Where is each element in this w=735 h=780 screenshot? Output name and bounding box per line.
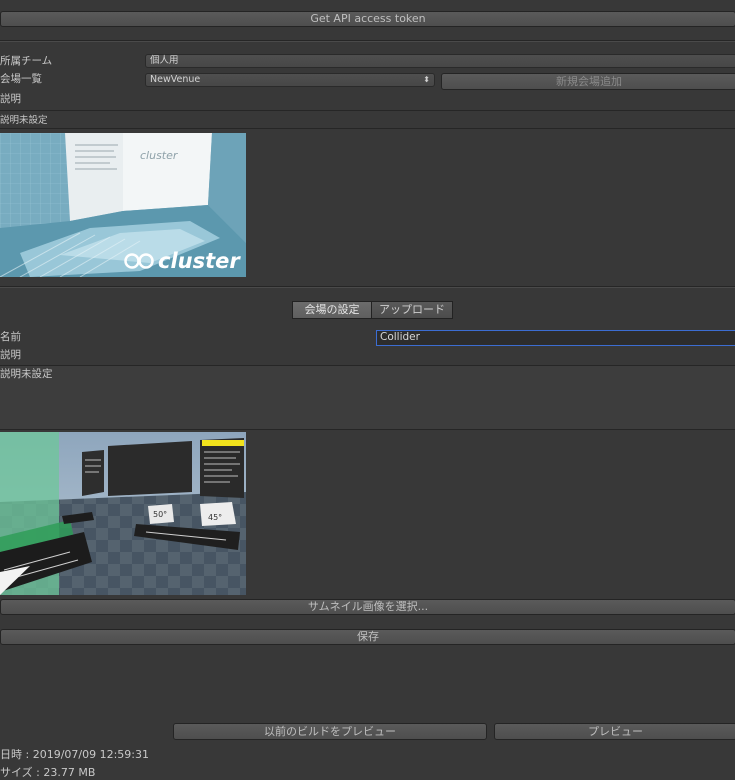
divider — [0, 429, 735, 430]
venue-thumbnail: cluster cluster — [0, 133, 246, 277]
world-thumbnail-art: 50° 45° — [0, 432, 246, 595]
world-thumbnail: 50° 45° — [0, 432, 246, 595]
add-venue-button[interactable]: 新規会場追加 — [441, 73, 735, 90]
tab-upload[interactable]: アップロード — [371, 301, 453, 319]
name-input[interactable]: Collider — [376, 330, 735, 346]
venue-selected-value: NewVenue — [150, 74, 201, 85]
description-label: 説明 — [0, 349, 21, 361]
divider — [0, 41, 735, 42]
divider — [0, 128, 735, 129]
venue-select[interactable]: NewVenue ⬍ — [145, 73, 435, 87]
name-input-value: Collider — [380, 331, 420, 343]
team-value: 個人用 — [150, 55, 179, 66]
name-label: 名前 — [0, 331, 21, 343]
dropdown-arrows-icon: ⬍ — [423, 75, 430, 84]
settings-tabs: 会場の設定 アップロード — [292, 301, 454, 319]
venue-description-label: 説明 — [0, 93, 21, 105]
team-label: 所属チーム — [0, 55, 53, 67]
divider — [0, 287, 735, 288]
angle-label-a: 50° — [153, 510, 167, 519]
venue-description-value: 説明未設定 — [0, 115, 48, 126]
build-date: 日時 : 2019/07/09 12:59:31 — [0, 748, 149, 761]
save-button[interactable]: 保存 — [0, 629, 735, 645]
cluster-logo-text: cluster — [158, 249, 241, 273]
description-textarea[interactable]: 説明未設定 — [0, 366, 735, 429]
description-value: 説明未設定 — [0, 368, 53, 380]
venue-list-label: 会場一覧 — [0, 73, 42, 85]
build-size: サイズ : 23.77 MB — [0, 766, 96, 779]
angle-label-b: 45° — [208, 513, 222, 522]
divider — [0, 110, 735, 111]
venue-thumbnail-art: cluster cluster — [0, 133, 246, 277]
preview-previous-build-button[interactable]: 以前のビルドをプレビュー — [173, 723, 487, 740]
get-api-token-button[interactable]: Get API access token — [0, 11, 735, 27]
screen-logo-text: cluster — [140, 149, 179, 162]
preview-button[interactable]: プレビュー — [494, 723, 735, 740]
team-select[interactable]: 個人用 — [145, 54, 735, 68]
tab-venue-settings[interactable]: 会場の設定 — [292, 301, 372, 319]
select-thumbnail-button[interactable]: サムネイル画像を選択... — [0, 599, 735, 615]
